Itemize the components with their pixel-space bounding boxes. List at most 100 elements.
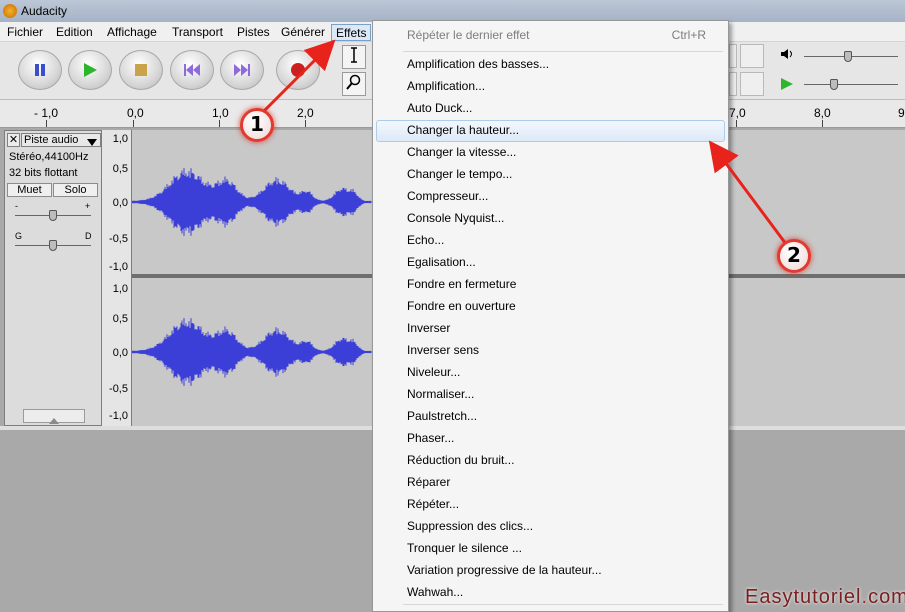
ruler-tick	[46, 120, 47, 127]
collapse-track-button[interactable]	[23, 409, 85, 424]
zoom-icon	[346, 74, 362, 94]
ruler-label: 7,0	[729, 106, 746, 120]
menu-edition[interactable]: Edition	[52, 24, 97, 41]
scale-label: 1,0	[112, 133, 128, 145]
ruler-label: 8,0	[814, 106, 831, 120]
menu-transport[interactable]: Transport	[168, 24, 227, 41]
menu-item-effect[interactable]: Niveleur...	[407, 362, 460, 382]
track-close-button[interactable]: ✕	[7, 133, 20, 147]
skip-end-icon	[221, 51, 263, 89]
chevron-down-icon	[87, 137, 97, 149]
scale-label: -0,5	[109, 383, 128, 395]
effects-dropdown-menu: Répéter le dernier effet Ctrl+R Amplific…	[372, 20, 729, 612]
playback-speed-slider[interactable]	[800, 76, 900, 92]
play-button[interactable]	[68, 50, 112, 90]
skip-to-start-button[interactable]	[170, 50, 214, 90]
menu-generer[interactable]: Générer	[277, 24, 329, 41]
ruler-tick	[219, 120, 220, 127]
menu-item-effect[interactable]: Variation progressive de la hauteur...	[407, 560, 602, 580]
menu-item-effect[interactable]: Compresseur...	[407, 186, 488, 206]
ruler-label: 0,0	[127, 106, 144, 120]
mute-button[interactable]: Muet	[7, 183, 52, 197]
pause-button[interactable]	[18, 50, 62, 90]
pause-icon	[19, 51, 61, 89]
menu-item-effect[interactable]: Suppression des clics...	[407, 516, 533, 536]
collapse-arrow-icon	[49, 413, 59, 427]
menu-item-effect[interactable]: Amplification...	[407, 76, 485, 96]
menu-separator	[403, 604, 723, 605]
menu-effets[interactable]: Effets	[331, 24, 372, 41]
menu-item-effect[interactable]: Auto Duck...	[407, 98, 472, 118]
scale-label: -1,0	[109, 261, 128, 273]
menu-item-effect[interactable]: Tronquer le silence ...	[407, 538, 522, 558]
playback-volume-slider[interactable]	[800, 48, 900, 64]
meter-segment	[740, 44, 764, 68]
menu-item-effect[interactable]: Console Nyquist...	[407, 208, 504, 228]
ruler-label: - 1,0	[34, 106, 59, 120]
slider-thumb[interactable]	[830, 79, 838, 90]
track-name-dropdown[interactable]: Piste audio	[21, 133, 101, 147]
window-title: Audacity	[21, 4, 68, 18]
track-format: Stéréo,44100Hz	[9, 151, 89, 163]
menu-item-effect[interactable]: Changer la vitesse...	[407, 142, 516, 162]
menu-item-effect[interactable]: Egalisation...	[407, 252, 476, 272]
menu-item-effect[interactable]: Normaliser...	[407, 384, 474, 404]
menu-pistes[interactable]: Pistes	[233, 24, 274, 41]
menu-fichier[interactable]: Fichier	[3, 24, 47, 41]
amplitude-scale: 1,0 0,5 0,0 -0,5 -1,0 1,0 0,5 0,0 -0,5 -…	[102, 130, 132, 426]
slider-track	[804, 84, 898, 85]
track-bit-depth: 32 bits flottant	[9, 167, 78, 179]
menu-item-effect[interactable]: Fondre en ouverture	[407, 296, 516, 316]
menu-item-effect[interactable]: Réduction du bruit...	[407, 450, 514, 470]
selection-tool-button[interactable]	[342, 45, 366, 69]
ruler-tick	[305, 120, 306, 127]
stop-button[interactable]	[119, 50, 163, 90]
scale-label: 0,0	[112, 197, 128, 209]
speaker-icon	[780, 48, 794, 63]
menu-item-effect[interactable]: Echo...	[407, 230, 444, 250]
menu-item-effect[interactable]: Phaser...	[407, 428, 454, 448]
menu-item-effect[interactable]: Paulstretch...	[407, 406, 477, 426]
meter-segment	[729, 44, 737, 68]
slider-thumb[interactable]	[844, 51, 852, 62]
menu-item-effect[interactable]: Wahwah...	[407, 582, 463, 602]
ibeam-cursor-icon	[349, 47, 359, 67]
menu-item-effect[interactable]: Changer la hauteur...	[407, 120, 519, 140]
zoom-tool-button[interactable]	[342, 72, 366, 96]
track-name: Piste audio	[24, 134, 79, 146]
skip-to-end-button[interactable]	[220, 50, 264, 90]
scale-label: 0,0	[112, 347, 128, 359]
menu-item-effect[interactable]: Répéter...	[407, 494, 459, 514]
watermark-prefix: Easytutoriel	[745, 586, 862, 608]
menu-item-repeat-last-effect[interactable]: Répéter le dernier effet	[407, 25, 530, 45]
menu-item-effect[interactable]: Inverser sens	[407, 340, 479, 360]
menu-item-effect[interactable]: Changer le tempo...	[407, 164, 512, 184]
ruler-label: 9	[898, 106, 905, 120]
menu-separator	[403, 51, 723, 52]
ruler-label: 2,0	[297, 106, 314, 120]
play-icon	[69, 51, 111, 89]
scale-label: 0,5	[112, 313, 128, 325]
watermark-suffix: com	[868, 586, 905, 608]
stop-icon	[120, 51, 162, 89]
slider-thumb[interactable]	[49, 240, 57, 251]
gain-slider[interactable]	[15, 209, 91, 223]
small-play-icon[interactable]	[780, 77, 794, 94]
skip-start-icon	[171, 51, 213, 89]
menu-item-effect[interactable]: Inverser	[407, 318, 450, 338]
ruler-tick	[822, 120, 823, 127]
record-icon	[277, 51, 319, 89]
menu-item-effect[interactable]: Réparer	[407, 472, 450, 492]
pan-slider[interactable]	[15, 239, 91, 253]
meter-segment	[729, 72, 737, 96]
record-button[interactable]	[276, 50, 320, 90]
scale-label: 1,0	[112, 283, 128, 295]
scale-label: -1,0	[109, 410, 128, 422]
track-control-panel: ✕ Piste audio Stéréo,44100Hz 32 bits flo…	[4, 130, 102, 426]
menu-item-effect[interactable]: Fondre en fermeture	[407, 274, 516, 294]
solo-button[interactable]: Solo	[53, 183, 98, 197]
ruler-tick	[133, 120, 134, 127]
menu-item-effect[interactable]: Amplification des basses...	[407, 54, 549, 74]
menu-affichage[interactable]: Affichage	[103, 24, 161, 41]
slider-thumb[interactable]	[49, 210, 57, 221]
